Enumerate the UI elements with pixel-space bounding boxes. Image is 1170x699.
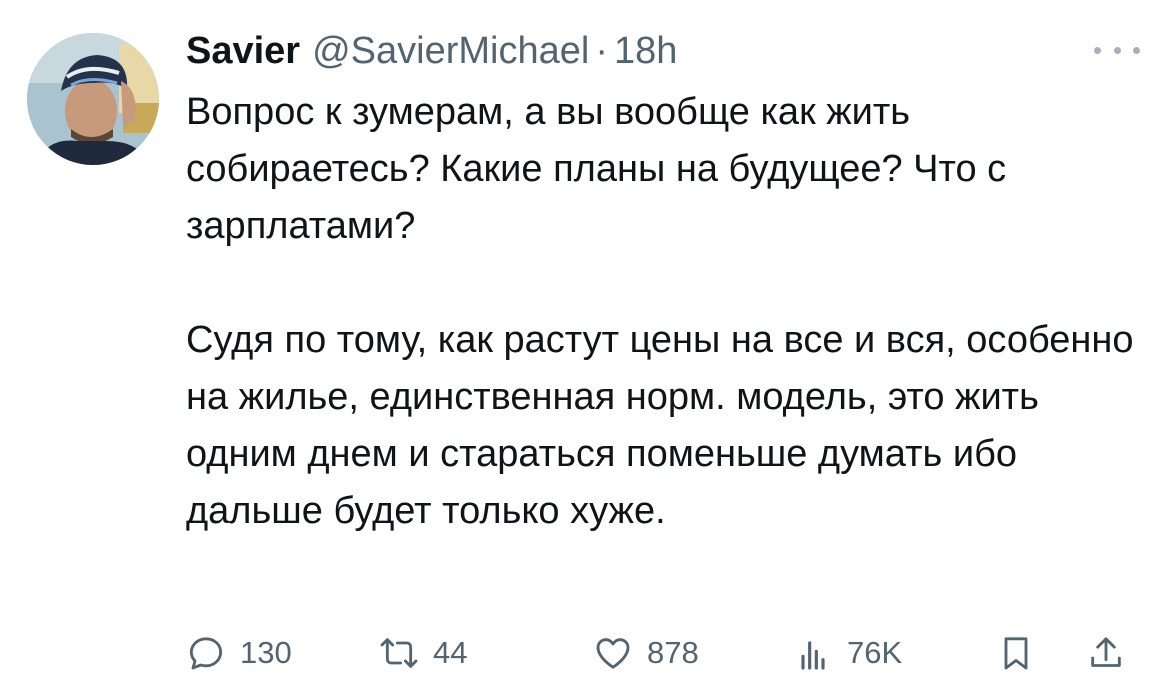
author-handle[interactable]: @SavierMichael: [312, 26, 589, 76]
tweet-text: Вопрос к зумерам, а вы вообще как жить с…: [186, 84, 1146, 540]
timestamp[interactable]: 18h: [614, 26, 677, 76]
avatar-image: [27, 33, 159, 165]
like-count: 878: [647, 635, 699, 670]
retweet-count: 44: [433, 635, 468, 670]
retweet-icon: [380, 638, 418, 668]
heart-icon: [596, 638, 630, 669]
more-horizontal-icon[interactable]: [1094, 40, 1140, 60]
avatar[interactable]: [27, 33, 159, 165]
like-button[interactable]: 878: [593, 628, 699, 678]
tweet-header: Savier @SavierMichael · 18h: [186, 26, 677, 76]
analytics-icon: [801, 641, 825, 670]
more-dot: [1094, 46, 1101, 54]
action-bar: 130 44 878 76K: [186, 628, 1138, 678]
reply-icon: [189, 637, 223, 670]
share-icon: [1091, 637, 1121, 667]
views-count: 76K: [847, 635, 903, 670]
share-button[interactable]: [1086, 628, 1126, 678]
bookmark-button[interactable]: [996, 628, 1036, 678]
tweet: Savier @SavierMichael · 18h Вопрос к зум…: [0, 0, 1170, 699]
bookmark-icon: [1004, 637, 1028, 670]
author-name[interactable]: Savier: [186, 26, 300, 76]
reply-count: 130: [240, 635, 292, 670]
retweet-button[interactable]: 44: [379, 628, 467, 678]
separator-dot: ·: [595, 30, 608, 72]
tweet-paragraph-1: Вопрос к зумерам, а вы вообще как жить с…: [186, 91, 1007, 247]
reply-button[interactable]: 130: [186, 628, 292, 678]
more-dot: [1113, 46, 1121, 54]
views-button[interactable]: 76K: [793, 628, 902, 678]
more-dot: [1133, 46, 1140, 54]
tweet-paragraph-2: Судя по тому, как растут цены на все и в…: [186, 319, 1134, 532]
